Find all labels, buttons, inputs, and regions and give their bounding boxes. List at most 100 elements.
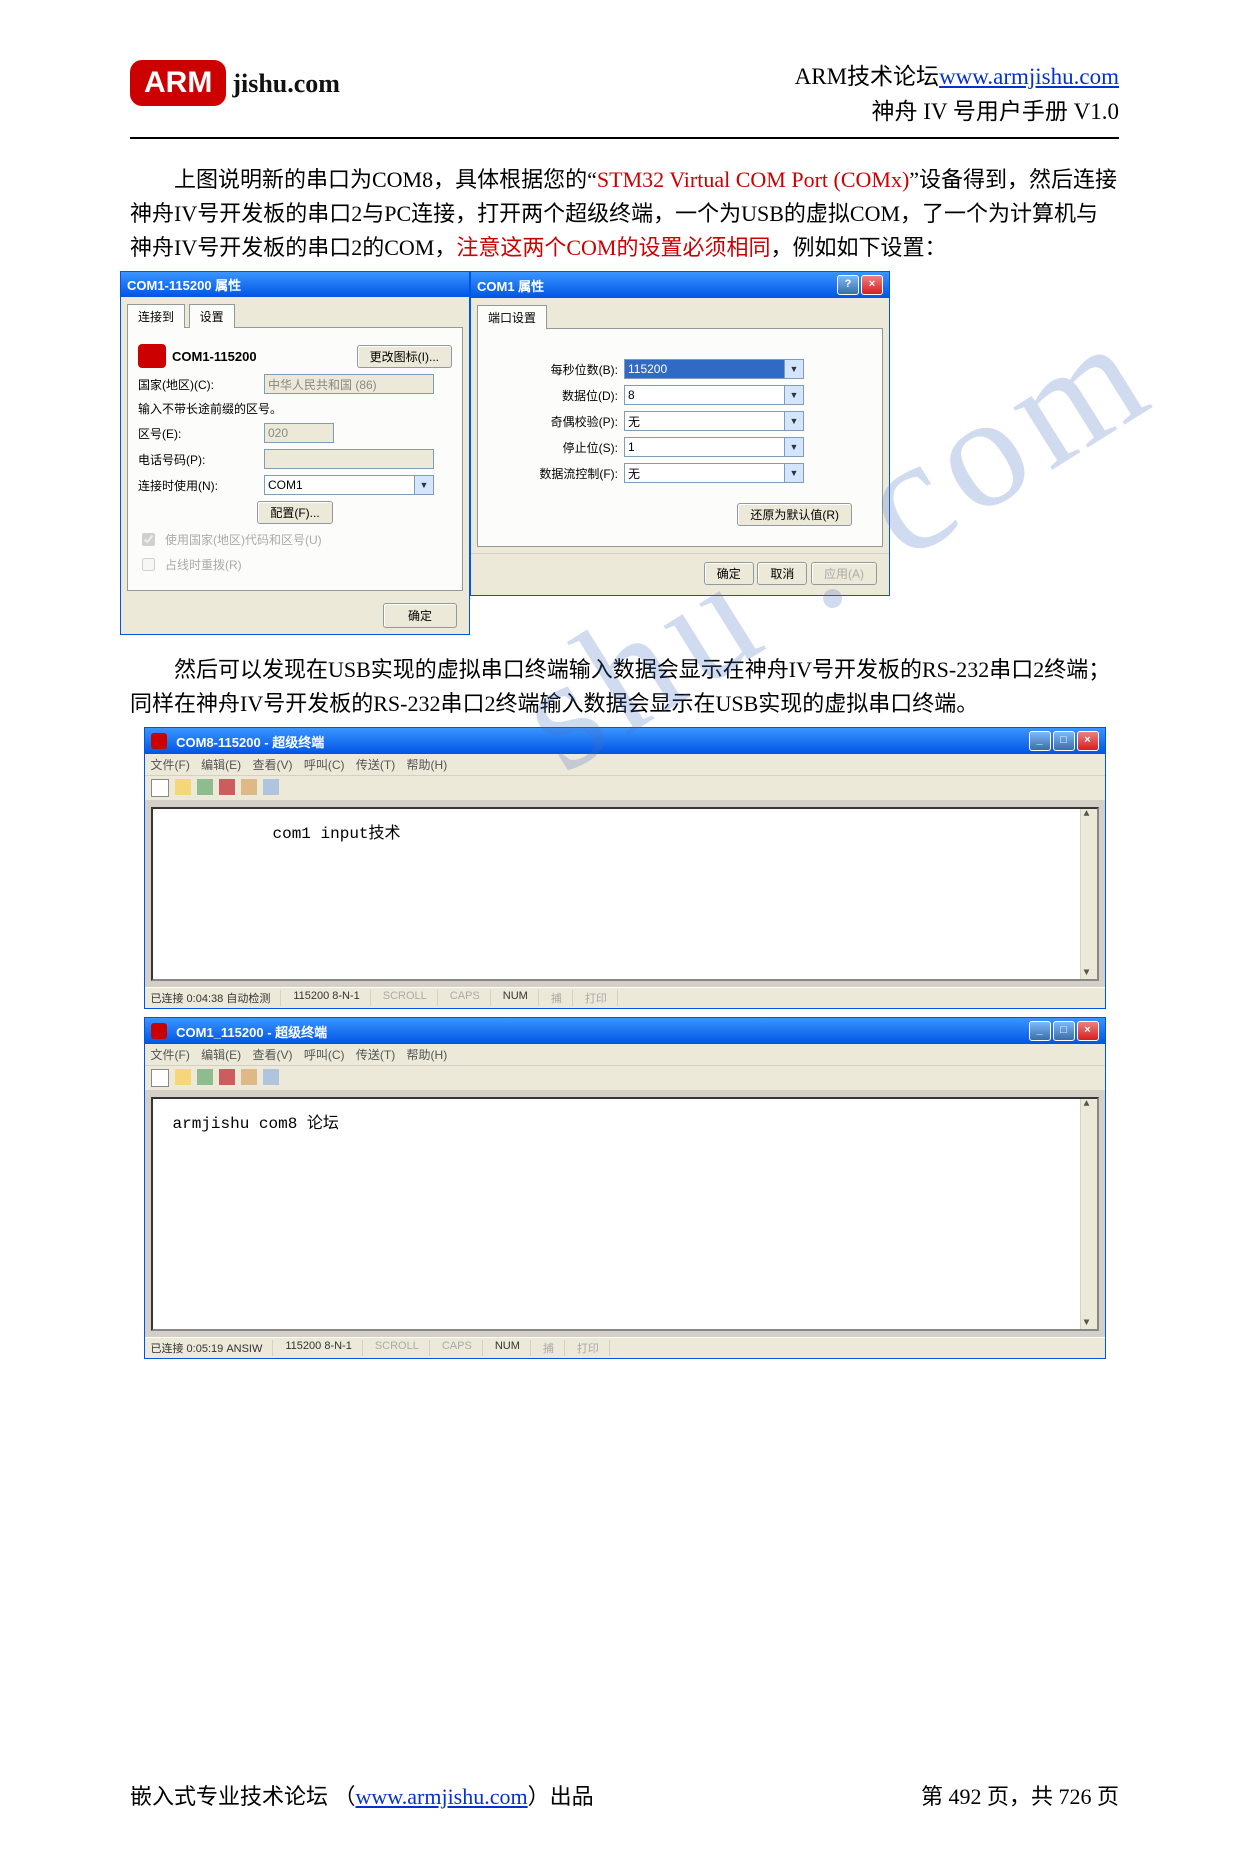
connect-icon[interactable] — [197, 779, 213, 795]
close-icon[interactable]: × — [1077, 731, 1099, 751]
chevron-down-icon[interactable]: ▼ — [784, 463, 804, 483]
terminal-com1: COM1_115200 - 超级终端 _ □ × 文件(F) 编辑(E) 查看(… — [144, 1017, 1106, 1359]
chevron-down-icon[interactable]: ▼ — [784, 359, 804, 379]
new-icon[interactable] — [151, 779, 169, 797]
change-icon-button[interactable]: 更改图标(I)... — [357, 345, 452, 368]
chevron-down-icon[interactable]: ▼ — [784, 437, 804, 457]
flow-value[interactable] — [624, 463, 784, 483]
close-icon[interactable]: × — [861, 275, 883, 295]
open-icon[interactable] — [175, 1069, 191, 1085]
p1-seg4: 注意这两个COM的设置必须相同 — [456, 235, 770, 260]
dlg1-conn-name: COM1-115200 — [172, 349, 351, 364]
header-forum-line: ARM技术论坛www.armjishu.com — [795, 60, 1119, 95]
flow-label: 数据流控制(F): — [508, 465, 618, 482]
databits-label: 数据位(D): — [508, 387, 618, 404]
status-conn: 已连接 0:05:19 ANSIW — [151, 1340, 274, 1356]
properties-icon[interactable] — [263, 779, 279, 795]
p1-seg1: 上图说明新的串口为COM8，具体根据您的“ — [174, 167, 597, 192]
use-country-code-checkbox — [142, 533, 155, 546]
connect-using-value[interactable] — [264, 475, 414, 495]
menu-help[interactable]: 帮助(H) — [407, 1048, 448, 1062]
menu-call[interactable]: 呼叫(C) — [304, 758, 345, 772]
menu-file[interactable]: 文件(F) — [151, 1048, 190, 1062]
dlg1-titlebar[interactable]: COM1-115200 属性 — [121, 272, 469, 297]
menu-view[interactable]: 查看(V) — [253, 1048, 293, 1062]
maximize-icon[interactable]: □ — [1053, 1021, 1075, 1041]
help-icon[interactable]: ? — [837, 275, 859, 295]
minimize-icon[interactable]: _ — [1029, 731, 1051, 751]
logo-bubble: ARM — [130, 60, 226, 106]
databits-value[interactable] — [624, 385, 784, 405]
connect-using-combo[interactable]: ▼ — [264, 475, 434, 495]
menu-transfer[interactable]: 传送(T) — [356, 1048, 395, 1062]
footer-link[interactable]: www.armjishu.com — [356, 1784, 528, 1809]
parity-value[interactable] — [624, 411, 784, 431]
areacode-label: 区号(E): — [138, 425, 258, 442]
send-icon[interactable] — [241, 779, 257, 795]
term1-menubar[interactable]: 文件(F) 编辑(E) 查看(V) 呼叫(C) 传送(T) 帮助(H) — [145, 754, 1105, 776]
manual-title: 神舟 IV 号用户手册 V1.0 — [795, 95, 1119, 130]
dlg1-ok-button[interactable]: 确定 — [383, 603, 457, 628]
paragraph-1: 上图说明新的串口为COM8，具体根据您的“STM32 Virtual COM P… — [130, 163, 1119, 265]
close-icon[interactable]: × — [1077, 1021, 1099, 1041]
connect-icon[interactable] — [197, 1069, 213, 1085]
term1-content-area[interactable]: com1 input技术 — [151, 807, 1099, 981]
disconnect-icon[interactable] — [219, 779, 235, 795]
chevron-down-icon[interactable]: ▼ — [414, 475, 434, 495]
term2-menubar[interactable]: 文件(F) 编辑(E) 查看(V) 呼叫(C) 传送(T) 帮助(H) — [145, 1044, 1105, 1066]
chk2-label: 占线时重拨(R) — [165, 556, 242, 573]
maximize-icon[interactable]: □ — [1053, 731, 1075, 751]
menu-help[interactable]: 帮助(H) — [407, 758, 448, 772]
menu-view[interactable]: 查看(V) — [253, 758, 293, 772]
forum-label: ARM技术论坛 — [795, 64, 939, 89]
open-icon[interactable] — [175, 779, 191, 795]
chevron-down-icon[interactable]: ▼ — [784, 385, 804, 405]
new-icon[interactable] — [151, 1069, 169, 1087]
parity-combo[interactable]: ▼ — [624, 411, 804, 431]
forum-url-link[interactable]: www.armjishu.com — [939, 64, 1119, 89]
term2-toolbar[interactable] — [145, 1066, 1105, 1091]
dlg1-tab-connect[interactable]: 连接到 — [127, 304, 185, 328]
phone-label: 电话号码(P): — [138, 451, 258, 468]
stopbits-value[interactable] — [624, 437, 784, 457]
menu-call[interactable]: 呼叫(C) — [304, 1048, 345, 1062]
config-button[interactable]: 配置(F)... — [257, 501, 332, 524]
term2-content-area[interactable]: armjishu com8 论坛 — [151, 1097, 1099, 1331]
baud-value[interactable] — [624, 359, 784, 379]
dlg2-cancel-button[interactable]: 取消 — [757, 562, 807, 585]
status-params: 115200 8-N-1 — [285, 1340, 362, 1356]
restore-defaults-button[interactable]: 还原为默认值(R) — [737, 503, 852, 526]
term2-titlebar[interactable]: COM1_115200 - 超级终端 _ □ × — [145, 1018, 1105, 1044]
minimize-icon[interactable]: _ — [1029, 1021, 1051, 1041]
header-divider — [130, 137, 1119, 139]
send-icon[interactable] — [241, 1069, 257, 1085]
scrollbar-vertical[interactable] — [1080, 1099, 1097, 1329]
menu-edit[interactable]: 编辑(E) — [201, 1048, 241, 1062]
p1-seg2: STM32 Virtual COM Port (COMx) — [597, 167, 909, 192]
scrollbar-vertical[interactable] — [1080, 809, 1097, 979]
term1-text: com1 input技术 — [273, 819, 1077, 843]
connect-using-label: 连接时使用(N): — [138, 477, 258, 494]
baud-combo[interactable]: ▼ — [624, 359, 804, 379]
dlg1-tab-settings[interactable]: 设置 — [189, 304, 235, 328]
term2-text: armjishu com8 论坛 — [173, 1109, 1077, 1133]
menu-transfer[interactable]: 传送(T) — [356, 758, 395, 772]
status-print: 打印 — [585, 990, 618, 1006]
menu-edit[interactable]: 编辑(E) — [201, 758, 241, 772]
dlg2-tab-port[interactable]: 端口设置 — [477, 305, 547, 329]
dlg2-titlebar[interactable]: COM1 属性 ? × — [471, 272, 889, 298]
p1-seg5: ，例如如下设置： — [770, 235, 946, 260]
stopbits-combo[interactable]: ▼ — [624, 437, 804, 457]
dialog-com1-port-settings: COM1 属性 ? × 端口设置 每秒位数(B): ▼ 数据位( — [470, 271, 890, 596]
properties-icon[interactable] — [263, 1069, 279, 1085]
dlg2-title: COM1 属性 — [477, 276, 544, 295]
flow-combo[interactable]: ▼ — [624, 463, 804, 483]
disconnect-icon[interactable] — [219, 1069, 235, 1085]
databits-combo[interactable]: ▼ — [624, 385, 804, 405]
term1-toolbar[interactable] — [145, 776, 1105, 801]
chevron-down-icon[interactable]: ▼ — [784, 411, 804, 431]
dlg2-ok-button[interactable]: 确定 — [704, 562, 754, 585]
menu-file[interactable]: 文件(F) — [151, 758, 190, 772]
term1-titlebar[interactable]: COM8-115200 - 超级终端 _ □ × — [145, 728, 1105, 754]
status-scroll: SCROLL — [383, 990, 438, 1006]
